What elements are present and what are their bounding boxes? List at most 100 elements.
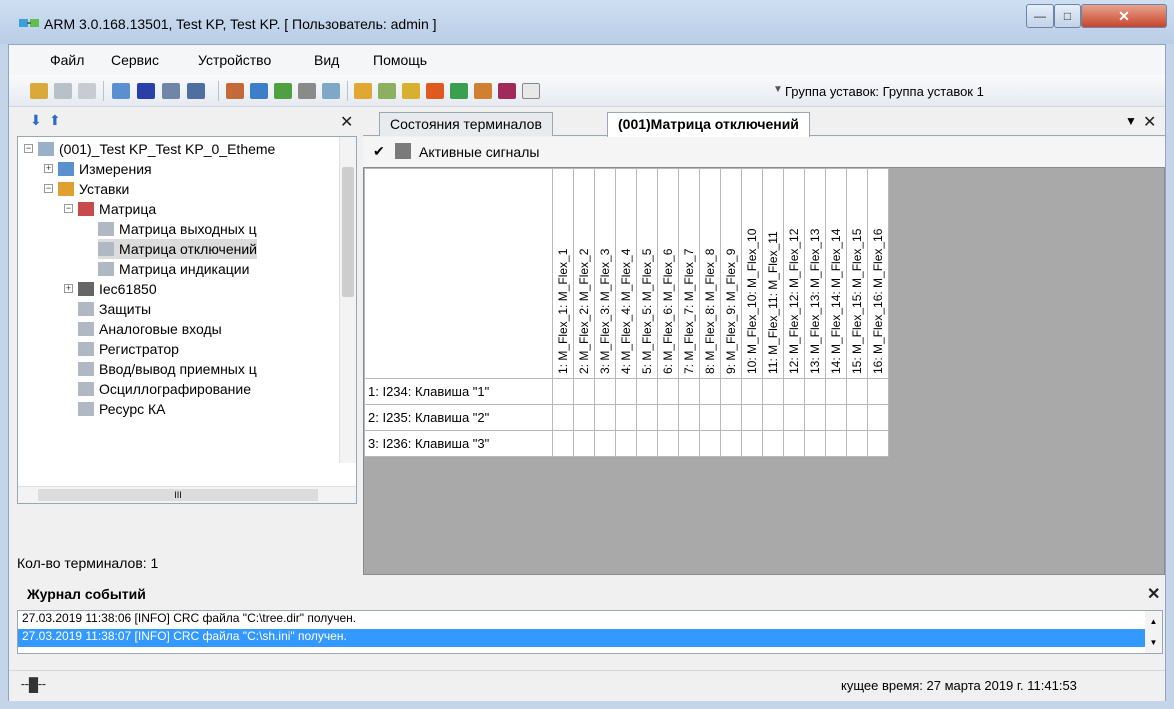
matrix-cell[interactable] [783, 378, 805, 405]
matrix-cell[interactable] [804, 430, 826, 457]
collapse-toggle[interactable]: − [24, 144, 33, 153]
collapse-toggle[interactable]: − [64, 204, 73, 213]
matrix-cell[interactable] [699, 430, 721, 457]
matrix-cell[interactable] [783, 404, 805, 431]
expand-toggle[interactable]: + [44, 164, 53, 173]
properties-icon[interactable] [78, 83, 96, 99]
monitor-icon[interactable] [137, 83, 155, 99]
matrix-cell[interactable] [615, 430, 637, 457]
close-journal-icon[interactable]: ✕ [1147, 584, 1160, 604]
menu-file[interactable]: Файл [50, 52, 84, 68]
matrix-cell[interactable] [720, 430, 742, 457]
active-signals-label[interactable]: Активные сигналы [419, 144, 539, 160]
tree-node-io-circuits[interactable]: Ввод/вывод приемных ц [78, 359, 257, 379]
matrix-cell[interactable] [636, 430, 658, 457]
tree-vertical-scrollbar[interactable] [339, 137, 356, 463]
sync-icon[interactable] [450, 83, 468, 99]
tab-list-dropdown-icon[interactable]: ▼ [1125, 114, 1137, 128]
matrix-cell[interactable] [657, 430, 679, 457]
matrix-cell[interactable] [825, 430, 847, 457]
matrix-cell[interactable] [762, 378, 784, 405]
matrix-cell[interactable] [720, 378, 742, 405]
mail-icon[interactable] [354, 83, 372, 99]
matrix-cell[interactable] [552, 404, 574, 431]
connect-icon[interactable] [30, 83, 48, 99]
close-button[interactable]: ✕ [1081, 4, 1167, 28]
settings-icon[interactable] [474, 83, 492, 99]
screen-dropdown-icon[interactable] [187, 83, 205, 99]
matrix-cell[interactable] [867, 404, 889, 431]
tree-node-output-matrix[interactable]: Матрица выходных ц [98, 219, 257, 239]
grid-icon[interactable] [162, 83, 180, 99]
menu-service[interactable]: Сервис [111, 52, 159, 68]
tab-trip-matrix[interactable]: (001)Матрица отключений [607, 112, 810, 137]
matrix-cell[interactable] [804, 404, 826, 431]
matrix-cell[interactable] [615, 404, 637, 431]
matrix-cell[interactable] [720, 404, 742, 431]
folder-icon[interactable] [402, 83, 420, 99]
matrix-cell[interactable] [594, 404, 616, 431]
matrix-cell[interactable] [552, 430, 574, 457]
matrix-cell[interactable] [594, 430, 616, 457]
tool-icon[interactable] [226, 83, 244, 99]
disconnect-icon[interactable] [54, 83, 72, 99]
scroll-thumb[interactable] [342, 167, 354, 297]
matrix-cell[interactable] [678, 404, 700, 431]
menu-help[interactable]: Помощь [373, 52, 427, 68]
journal-list[interactable]: 27.03.2019 11:38:06 [INFO] CRC файла "C:… [17, 610, 1163, 654]
journal-entry-selected[interactable]: 27.03.2019 11:38:07 [INFO] CRC файла "C:… [18, 629, 1162, 647]
matrix-cell[interactable] [804, 378, 826, 405]
matrix-cell[interactable] [762, 404, 784, 431]
collapse-toggle[interactable]: − [44, 184, 53, 193]
matrix-cell[interactable] [657, 378, 679, 405]
matrix-cell[interactable] [825, 378, 847, 405]
tree-node-matrix[interactable]: Матрица [78, 199, 156, 219]
journal-scrollbar[interactable]: ▲ ▼ [1145, 611, 1162, 653]
tree-node-iec61850[interactable]: Iec61850 [78, 279, 157, 299]
matrix-cell[interactable] [678, 430, 700, 457]
tree-node-trip-matrix[interactable]: Матрица отключений [98, 239, 257, 259]
tree-icon[interactable] [274, 83, 292, 99]
close-icon[interactable]: ✕ [340, 112, 353, 132]
hscroll-thumb[interactable]: III [38, 489, 318, 501]
matrix-cell[interactable] [825, 404, 847, 431]
rss-icon[interactable] [426, 83, 444, 99]
matrix-cell[interactable] [699, 378, 721, 405]
matrix-cell[interactable] [678, 378, 700, 405]
journal-entry[interactable]: 27.03.2019 11:38:06 [INFO] CRC файла "C:… [18, 611, 1162, 629]
tree-horizontal-scrollbar[interactable]: III [18, 486, 356, 503]
matrix-cell[interactable] [741, 430, 763, 457]
layers-icon[interactable] [322, 83, 340, 99]
matrix-cell[interactable] [762, 430, 784, 457]
matrix-cell[interactable] [636, 404, 658, 431]
matrix-cell[interactable] [867, 378, 889, 405]
matrix-cell[interactable] [699, 404, 721, 431]
matrix-cell[interactable] [615, 378, 637, 405]
group-dropdown-arrow-icon[interactable]: ▼ [773, 84, 783, 95]
matrix-cell[interactable] [741, 404, 763, 431]
arrow-down-icon[interactable]: ⬇ [30, 112, 42, 129]
menu-device[interactable]: Устройство [198, 52, 271, 68]
menu-view[interactable]: Вид [314, 52, 339, 68]
matrix-cell[interactable] [573, 378, 595, 405]
matrix-cell[interactable] [573, 404, 595, 431]
matrix-cell[interactable] [552, 378, 574, 405]
check-signals-icon[interactable]: ✔ [373, 143, 385, 160]
minimize-button[interactable]: — [1026, 4, 1054, 28]
tree-node-protections[interactable]: Защиты [78, 299, 151, 319]
expand-toggle[interactable]: + [64, 284, 73, 293]
tree-node-indication-matrix[interactable]: Матрица индикации [98, 259, 249, 279]
maximize-button[interactable]: □ [1054, 4, 1081, 28]
edit-icon[interactable] [378, 83, 396, 99]
matrix-view-icon[interactable] [395, 143, 411, 159]
filter-icon[interactable] [298, 83, 316, 99]
report-icon[interactable] [250, 83, 268, 99]
arrow-up-icon[interactable]: ⬆ [49, 112, 61, 129]
tree-node-device[interactable]: (001)_Test KP_Test KP_0_Etheme [38, 139, 275, 159]
tab-terminal-states[interactable]: Состояния терминалов [379, 112, 553, 136]
matrix-cell[interactable] [846, 378, 868, 405]
matrix-cell[interactable] [657, 404, 679, 431]
settings-group-label[interactable]: Группа уставок: Группа уставок 1 [785, 84, 984, 99]
matrix-cell[interactable] [846, 430, 868, 457]
matrix-cell[interactable] [573, 430, 595, 457]
